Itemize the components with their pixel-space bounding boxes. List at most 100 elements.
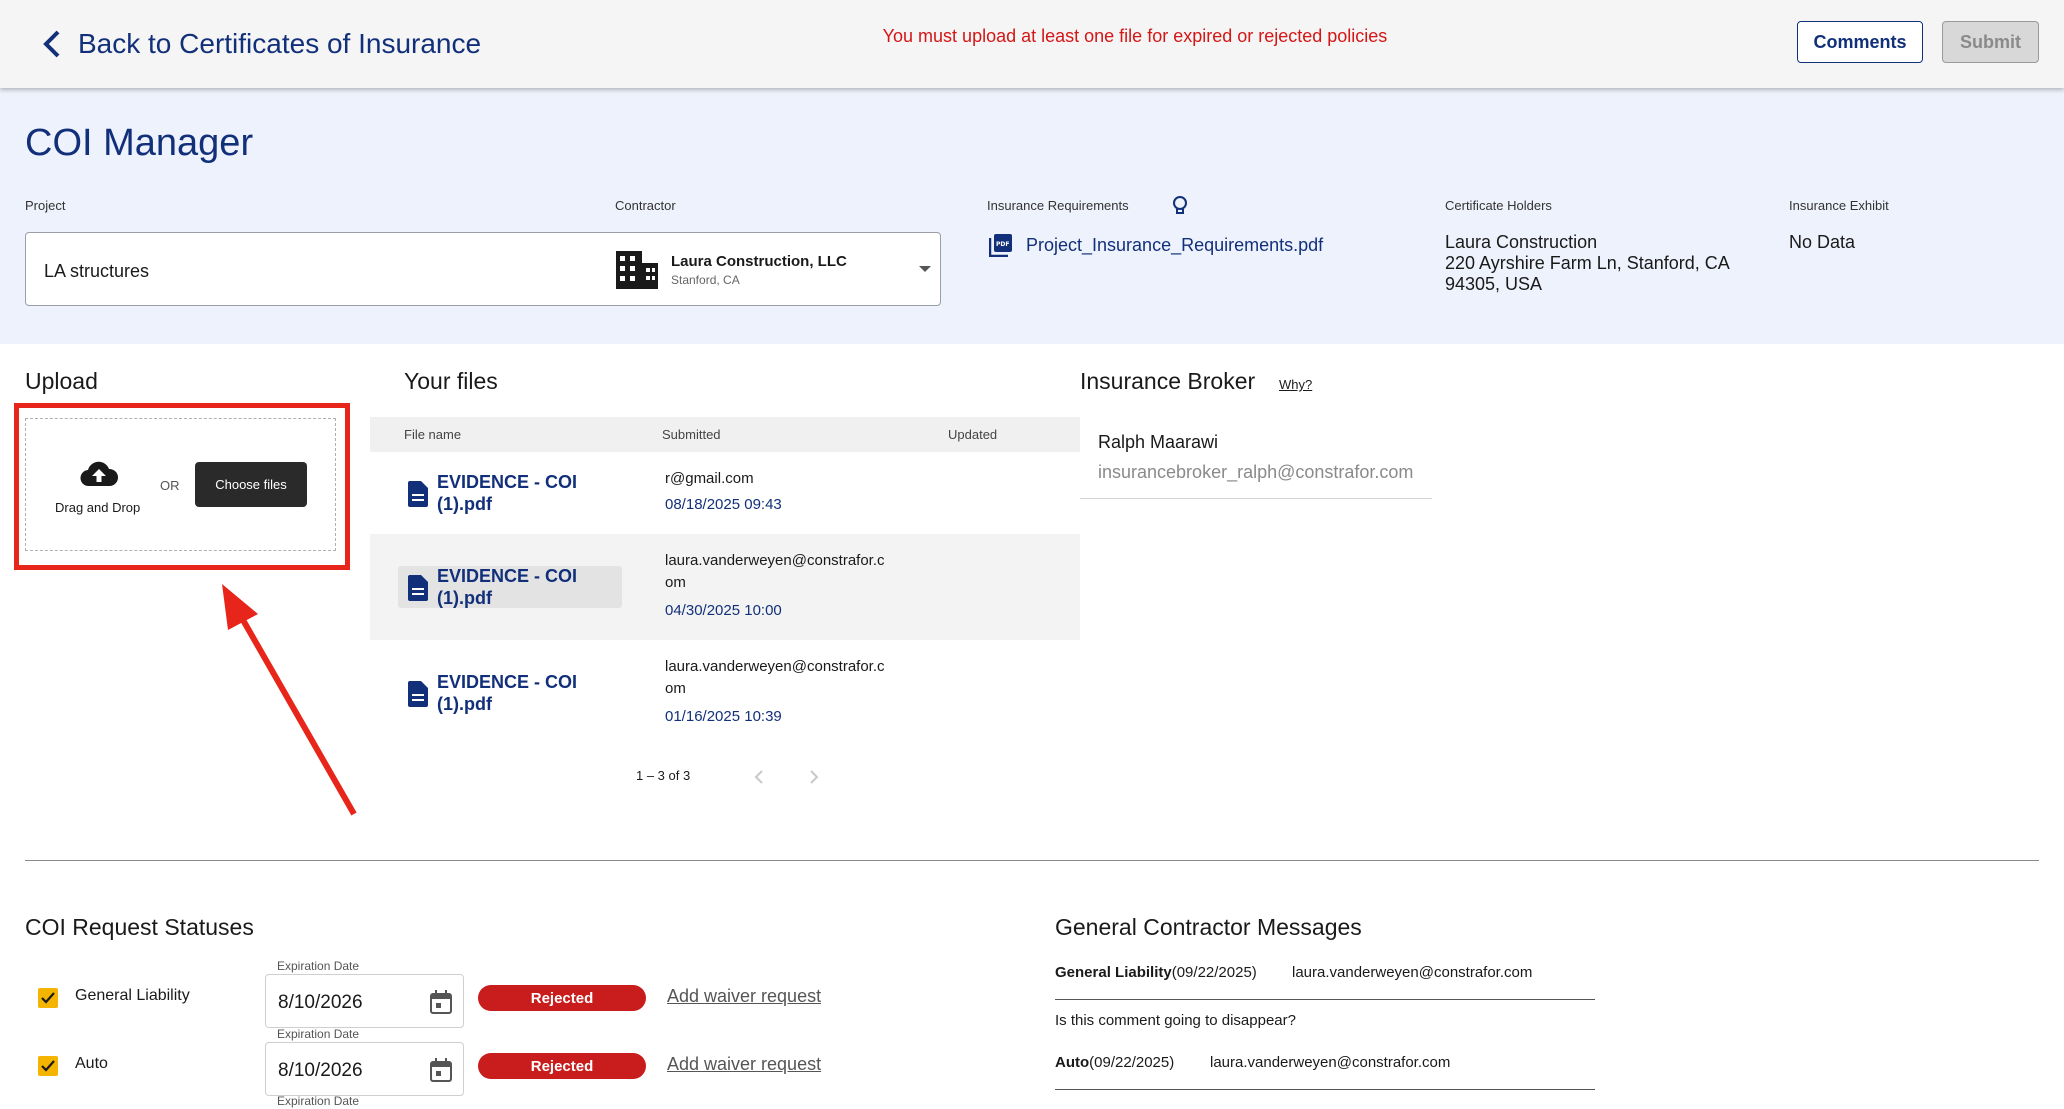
column-submitted: Submitted [662, 427, 721, 442]
submitted-by-email: r@gmail.com [665, 470, 754, 487]
calendar-icon[interactable] [430, 1058, 452, 1082]
status-badge: Rejected [478, 1053, 646, 1079]
pdf-file-icon: PDF [989, 234, 1012, 257]
add-waiver-request-link[interactable]: Add waiver request [667, 1054, 821, 1075]
insurance-requirements-label: Insurance Requirements [987, 198, 1129, 213]
file-name-line: EVIDENCE - COI [437, 472, 578, 492]
your-files-title: Your files [404, 368, 498, 394]
message-date: (09/22/2025) [1089, 1054, 1175, 1071]
lightbulb-icon[interactable] [1171, 195, 1189, 217]
insurance-exhibit-value: No Data [1789, 232, 1856, 252]
certificate-holders-label: Certificate Holders [1445, 198, 1552, 213]
certificate-holder-name: Laura Construction [1445, 232, 1598, 252]
email-line: laura.vanderweyen@constrafor.c [665, 658, 885, 675]
auto-label: Auto [75, 1055, 108, 1072]
submitted-date: 08/18/2025 09:43 [665, 496, 782, 513]
back-link[interactable]: Back to Certificates of Insurance [38, 24, 481, 64]
insurance-exhibit-label: Insurance Exhibit [1789, 198, 1889, 213]
chevron-right-icon[interactable] [807, 768, 821, 786]
certificate-holder-address: Laura Construction 220 Ayrshire Farm Ln,… [1445, 232, 1730, 295]
building-icon [616, 251, 658, 289]
message-text: Is this comment going to disappear? [1055, 1012, 1296, 1029]
broker-name: Ralph Maarawi [1098, 432, 1219, 452]
email-line: laura.vanderweyen@constrafor.c [665, 552, 885, 569]
annotation-highlight-box [14, 403, 350, 570]
comments-button[interactable]: Comments [1797, 21, 1923, 63]
message-author: laura.vanderweyen@constrafor.com [1292, 964, 1533, 981]
auto-checkbox[interactable] [38, 1056, 58, 1076]
message-policy: General Liability [1055, 964, 1172, 981]
file-row: EVIDENCE - COI (1).pdf r@gmail.com 08/18… [370, 452, 1080, 534]
message-author: laura.vanderweyen@constrafor.com [1210, 1054, 1451, 1071]
submitted-by-email: laura.vanderweyen@constrafor.c om [665, 656, 905, 700]
certificate-holder-zip: 94305, USA [1445, 274, 1543, 294]
svg-text:PDF: PDF [996, 241, 1009, 248]
file-name-line: (1).pdf [437, 588, 492, 608]
column-file-name: File name [404, 427, 462, 442]
top-header: Back to Certificates of Insurance You mu… [0, 0, 2064, 88]
contractor-label: Contractor [615, 198, 676, 213]
file-name-link[interactable]: EVIDENCE - COI (1).pdf [437, 565, 597, 609]
file-name-line: EVIDENCE - COI [437, 566, 578, 586]
email-line: om [665, 574, 686, 591]
column-updated: Updated [948, 427, 998, 442]
file-name-line: (1).pdf [437, 694, 492, 714]
project-contractor-selector[interactable]: LA structures Laura Construction, LLC St… [25, 232, 941, 306]
message-header: Auto(09/22/2025) [1055, 1054, 1174, 1071]
project-label: Project [25, 198, 66, 213]
expiration-date-value: 8/10/2026 [278, 1060, 363, 1081]
message-divider [1055, 1089, 1595, 1090]
project-value: LA structures [44, 261, 150, 281]
check-icon [41, 992, 55, 1004]
coi-statuses-title: COI Request Statuses [25, 914, 254, 940]
upload-title: Upload [25, 368, 98, 394]
message-policy: Auto [1055, 1054, 1090, 1071]
message-header: General Liability(09/22/2025) [1055, 964, 1257, 981]
calendar-icon[interactable] [430, 990, 452, 1014]
submitted-date: 01/16/2025 10:39 [665, 708, 782, 725]
file-name-link[interactable]: EVIDENCE - COI (1).pdf [437, 471, 597, 515]
chevron-left-icon [43, 30, 60, 58]
document-icon [408, 481, 428, 507]
contractor-name: Laura Construction, LLC [671, 253, 847, 270]
file-row: EVIDENCE - COI (1).pdf laura.vanderweyen… [370, 640, 1080, 746]
insurance-requirements-link[interactable]: Project_Insurance_Requirements.pdf [1026, 235, 1323, 256]
submitted-by-email: laura.vanderweyen@constrafor.c om [665, 550, 905, 594]
gc-messages-title: General Contractor Messages [1055, 914, 1362, 940]
submitted-date: 04/30/2025 10:00 [665, 602, 782, 619]
general-liability-expiration-date[interactable]: 8/10/2026 [265, 974, 464, 1028]
auto-expiration-date[interactable]: 8/10/2026 [265, 1042, 464, 1096]
certificate-holder-street: 220 Ayrshire Farm Ln, Stanford, CA [1445, 253, 1730, 273]
files-table-header: File name Submitted Updated [370, 417, 1080, 452]
expiration-date-label: Expiration Date [277, 959, 360, 973]
broker-card: Ralph Maarawi insurancebroker_ralph@cons… [1080, 416, 1432, 499]
section-divider [25, 860, 2039, 861]
message-date: (09/22/2025) [1171, 964, 1257, 981]
status-badge: Rejected [478, 985, 646, 1011]
annotation-arrow-icon [222, 584, 357, 816]
page-title: COI Manager [25, 122, 254, 164]
document-icon [408, 681, 428, 707]
why-link[interactable]: Why? [1279, 377, 1312, 392]
file-row: EVIDENCE - COI (1).pdf laura.vanderweyen… [370, 534, 1080, 640]
broker-email: insurancebroker_ralph@constrafor.com [1098, 462, 1414, 482]
message-divider [1055, 999, 1595, 1000]
add-waiver-request-link[interactable]: Add waiver request [667, 986, 821, 1007]
file-name-line: (1).pdf [437, 494, 492, 514]
submit-button[interactable]: Submit [1942, 21, 2039, 63]
upload-warning-message: You must upload at least one file for ex… [882, 26, 1388, 46]
check-icon [41, 1060, 55, 1072]
general-liability-checkbox[interactable] [38, 988, 58, 1008]
expiration-date-value: 8/10/2026 [278, 992, 363, 1013]
document-icon [408, 575, 428, 601]
contractor-location: Stanford, CA [671, 273, 740, 287]
email-line: om [665, 680, 686, 697]
back-link-label: Back to Certificates of Insurance [78, 28, 482, 59]
chevron-left-icon[interactable] [752, 768, 766, 786]
file-name-link[interactable]: EVIDENCE - COI (1).pdf [437, 671, 597, 715]
pagination-range: 1 – 3 of 3 [636, 768, 691, 783]
expiration-date-label: Expiration Date [277, 1094, 360, 1108]
expiration-date-label: Expiration Date [277, 1027, 360, 1041]
file-name-line: EVIDENCE - COI [437, 672, 578, 692]
insurance-broker-title: Insurance Broker [1080, 368, 1256, 394]
